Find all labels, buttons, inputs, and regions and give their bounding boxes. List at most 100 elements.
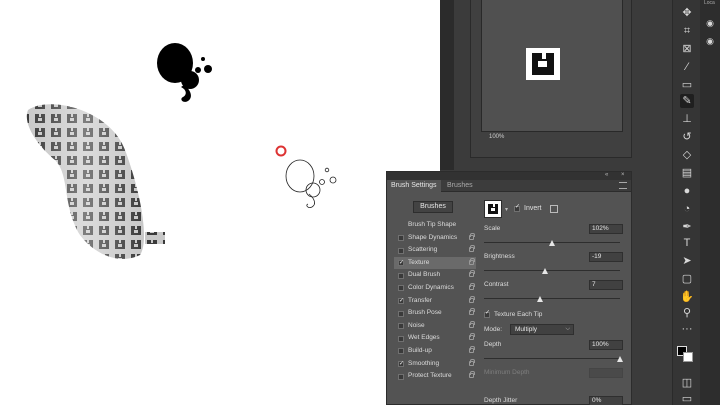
depth-slider-thumb[interactable]: [617, 356, 623, 362]
tab-brushes[interactable]: Brushes: [443, 180, 477, 192]
blur-icon[interactable]: ●: [680, 184, 694, 198]
option-checkbox[interactable]: [398, 358, 404, 371]
close-icon[interactable]: ×: [621, 172, 625, 178]
collapse-icon[interactable]: «: [605, 172, 608, 178]
chevron-down-icon[interactable]: ▾: [505, 206, 508, 213]
eraser-icon[interactable]: ◇: [680, 148, 694, 162]
contrast-slider-thumb[interactable]: [536, 296, 543, 302]
panel-tabs: Brush Settings Brushes: [387, 180, 631, 192]
type-icon[interactable]: T: [680, 236, 694, 250]
option-build-up[interactable]: Build-up: [394, 345, 476, 358]
mode-label: Mode:: [484, 326, 503, 333]
option-label: Noise: [408, 321, 425, 329]
mode-select[interactable]: Multiply ⌵: [510, 324, 574, 335]
lock-icon[interactable]: [469, 333, 475, 341]
navigator-thumbnail[interactable]: [481, 0, 623, 132]
lock-icon[interactable]: [469, 270, 475, 278]
brushes-button[interactable]: Brushes: [413, 201, 453, 213]
healing-brush-icon[interactable]: ▭: [680, 78, 694, 92]
option-label: Color Dynamics: [408, 283, 454, 291]
background-color-swatch[interactable]: [683, 352, 693, 362]
texture-each-tip-checkbox[interactable]: [484, 309, 490, 318]
option-protect-texture[interactable]: Protect Texture: [394, 370, 476, 383]
gradient-icon[interactable]: ▤: [680, 166, 694, 180]
lock-icon[interactable]: [469, 358, 475, 366]
lock-icon[interactable]: [469, 257, 475, 265]
option-checkbox[interactable]: [398, 257, 404, 270]
pattern-picker[interactable]: [484, 200, 502, 218]
texture-each-tip-label: Texture Each Tip: [494, 311, 543, 318]
option-checkbox[interactable]: [398, 348, 404, 355]
lock-icon[interactable]: [469, 282, 475, 290]
option-label: Dual Brush: [408, 271, 441, 279]
brightness-label: Brightness: [484, 253, 515, 260]
brightness-slider-thumb[interactable]: [542, 268, 549, 274]
option-checkbox[interactable]: [398, 323, 404, 330]
option-checkbox[interactable]: [398, 373, 404, 380]
scale-value-input[interactable]: 102%: [589, 224, 623, 234]
path-selection-icon[interactable]: ➤: [680, 254, 694, 268]
option-label: Smoothing: [408, 359, 440, 367]
contrast-value-input[interactable]: 7: [589, 280, 623, 290]
eyedropper-icon[interactable]: ⁄: [680, 60, 694, 74]
option-texture[interactable]: Texture: [394, 256, 476, 270]
scale-slider-thumb[interactable]: [549, 240, 555, 246]
lock-icon[interactable]: [469, 371, 475, 379]
pen-icon[interactable]: ✒: [680, 220, 694, 234]
brightness-slider-track[interactable]: [484, 270, 620, 271]
lock-icon[interactable]: [469, 295, 475, 303]
crop-icon[interactable]: ⌗: [680, 24, 694, 38]
quick-mask-icon[interactable]: ◫: [680, 376, 694, 390]
eye-icon[interactable]: ◉: [703, 16, 717, 30]
brush-icon[interactable]: ✎: [680, 94, 694, 108]
option-scattering[interactable]: Scattering: [394, 244, 476, 257]
option-color-dynamics[interactable]: Color Dynamics: [394, 282, 476, 295]
option-dual-brush[interactable]: Dual Brush: [394, 269, 476, 282]
depth-value-input[interactable]: 100%: [589, 340, 623, 350]
option-smoothing[interactable]: Smoothing: [394, 358, 476, 371]
panel-title-bar[interactable]: « ×: [387, 172, 631, 180]
option-noise[interactable]: Noise: [394, 320, 476, 333]
document-canvas[interactable]: [0, 0, 440, 405]
option-checkbox[interactable]: [398, 272, 404, 279]
depth-jitter-value-input[interactable]: 0%: [589, 396, 623, 405]
navigator-zoom-value[interactable]: 100%: [489, 134, 504, 140]
depth-slider-track[interactable]: [484, 358, 620, 359]
clone-stamp-icon[interactable]: ⊥: [680, 112, 694, 126]
lock-icon[interactable]: [469, 245, 475, 253]
more-tools-icon[interactable]: ···: [680, 322, 694, 336]
hand-icon[interactable]: ✋: [680, 290, 694, 304]
option-checkbox[interactable]: [398, 247, 404, 254]
option-brush-tip-shape[interactable]: Brush Tip Shape: [394, 219, 476, 232]
move-icon[interactable]: ✥: [680, 6, 694, 20]
rectangle-icon[interactable]: ▢: [680, 272, 694, 286]
panel-menu-icon[interactable]: [619, 182, 627, 189]
tab-brush-settings[interactable]: Brush Settings: [387, 180, 441, 192]
new-preset-icon[interactable]: [550, 205, 558, 213]
option-wet-edges[interactable]: Wet Edges: [394, 332, 476, 345]
strip-label: Loca: [704, 0, 715, 6]
option-checkbox[interactable]: [398, 335, 404, 342]
option-label: Transfer: [408, 296, 432, 304]
brightness-value-input[interactable]: -19: [589, 252, 623, 262]
option-brush-pose[interactable]: Brush Pose: [394, 307, 476, 320]
option-checkbox[interactable]: [398, 310, 404, 317]
option-checkbox[interactable]: [398, 235, 404, 242]
invert-checkbox[interactable]: [514, 203, 520, 212]
contrast-slider-track[interactable]: [484, 298, 620, 299]
lock-icon[interactable]: [469, 345, 475, 353]
zoom-icon[interactable]: ⚲: [680, 306, 694, 320]
option-transfer[interactable]: Transfer: [394, 295, 476, 308]
lock-icon[interactable]: [469, 308, 475, 316]
screen-mode-icon[interactable]: ▭: [680, 392, 694, 405]
option-label: Brush Pose: [408, 309, 442, 317]
option-shape-dynamics[interactable]: Shape Dynamics: [394, 232, 476, 245]
lock-icon[interactable]: [469, 320, 475, 328]
frame-icon[interactable]: ⊠: [680, 42, 694, 56]
eye-icon[interactable]: ◉: [703, 34, 717, 48]
option-checkbox[interactable]: [398, 285, 404, 292]
dodge-icon[interactable]: ◔: [680, 202, 694, 216]
option-checkbox[interactable]: [398, 295, 404, 308]
history-brush-icon[interactable]: ↺: [680, 130, 694, 144]
lock-icon[interactable]: [469, 232, 475, 240]
